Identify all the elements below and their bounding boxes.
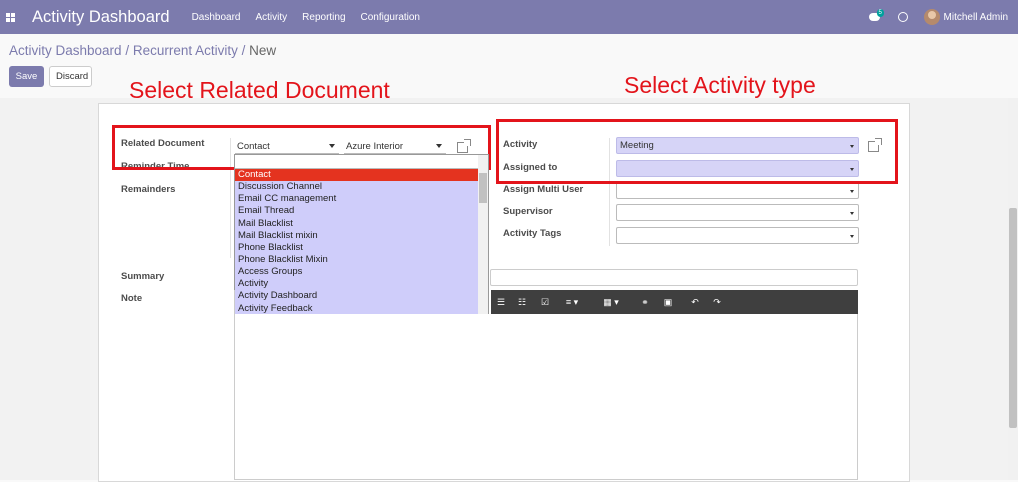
table-dropdown-icon[interactable]: ▦ ▾ [600, 296, 622, 308]
breadcrumb-item[interactable]: Activity Dashboard [9, 43, 122, 58]
menu-reporting[interactable]: Reporting [302, 12, 345, 23]
summary-label: Summary [121, 271, 165, 282]
redo-icon[interactable]: ↷ [711, 296, 723, 308]
chevron-down-icon [850, 190, 854, 193]
highlight-box-activity [496, 119, 898, 184]
app-brand[interactable]: Activity Dashboard [32, 8, 170, 27]
unordered-list-icon[interactable]: ☰ [495, 296, 507, 308]
breadcrumb-current: New [249, 43, 277, 58]
discard-button[interactable]: Discard [49, 66, 92, 87]
chevron-down-icon [850, 212, 854, 215]
dropdown-option[interactable]: Email Thread [235, 205, 488, 217]
align-dropdown-icon[interactable]: ≡ ▾ [561, 296, 583, 308]
menu-activity[interactable]: Activity [255, 12, 287, 23]
activity-tags-select[interactable] [616, 227, 859, 244]
note-editor-toolbar: ☰ ☷ ☑ ≡ ▾ ▦ ▾ ⚭ ▣ ↶ ↷ [491, 290, 858, 314]
save-button[interactable]: Save [9, 66, 44, 87]
chevron-down-icon [850, 235, 854, 238]
checklist-icon[interactable]: ☑ [539, 296, 551, 308]
supervisor-label: Supervisor [503, 206, 553, 217]
dropdown-option[interactable]: Activity [235, 278, 488, 290]
dropdown-option[interactable]: Mail Blacklist mixin [235, 230, 488, 242]
menu-configuration[interactable]: Configuration [361, 12, 420, 23]
user-name[interactable]: Mitchell Admin [944, 12, 1008, 23]
chat-badge: 5 [876, 9, 884, 17]
note-label: Note [121, 293, 143, 304]
annotation-related-document: Select Related Document [129, 77, 390, 103]
dropdown-option[interactable]: Phone Blacklist Mixin [235, 254, 488, 266]
supervisor-select[interactable] [616, 204, 859, 221]
avatar[interactable] [923, 9, 940, 25]
undo-icon[interactable]: ↶ [689, 296, 701, 308]
breadcrumb: Activity Dashboard / Recurrent Activity … [9, 43, 277, 58]
ordered-list-icon[interactable]: ☷ [516, 296, 528, 308]
summary-input[interactable] [490, 269, 858, 286]
navbar-systray: 5 Mitchell Admin [868, 0, 1008, 34]
top-navbar: Activity Dashboard Dashboard Activity Re… [0, 0, 1018, 34]
note-editor-top [234, 290, 492, 314]
dropdown-option[interactable]: Access Groups [235, 266, 488, 278]
link-icon[interactable]: ⚭ [639, 296, 651, 308]
menu-dashboard[interactable]: Dashboard [192, 12, 241, 23]
clock-icon[interactable] [897, 12, 908, 22]
apps-grid-icon[interactable] [6, 12, 15, 22]
main-menu: Dashboard Activity Reporting Configurati… [192, 12, 435, 23]
dropdown-option[interactable]: Mail Blacklist [235, 218, 488, 230]
assign-multi-user-label: Assign Multi User [503, 184, 584, 195]
assign-multi-user-select[interactable] [616, 182, 859, 199]
dropdown-option[interactable]: Phone Blacklist [235, 242, 488, 254]
note-editor-body[interactable] [234, 314, 858, 480]
image-icon[interactable]: ▣ [662, 296, 674, 308]
page-scroll-thumb[interactable] [1009, 208, 1017, 428]
dropdown-option[interactable]: Email CC management [235, 193, 488, 205]
dropdown-option[interactable]: Discussion Channel [235, 181, 488, 193]
dropdown-option[interactable]: Contact [235, 169, 488, 182]
page-scrollbar[interactable] [1008, 98, 1018, 480]
activity-tags-label: Activity Tags [503, 228, 562, 239]
chat-icon[interactable]: 5 [868, 9, 884, 21]
remainders-label: Remainders [121, 184, 176, 195]
annotation-activity-type: Select Activity type [624, 72, 816, 98]
breadcrumb-item[interactable]: Recurrent Activity [133, 43, 238, 58]
dropdown-search-input[interactable] [235, 155, 488, 169]
dropdown-scroll-thumb[interactable] [479, 173, 487, 203]
